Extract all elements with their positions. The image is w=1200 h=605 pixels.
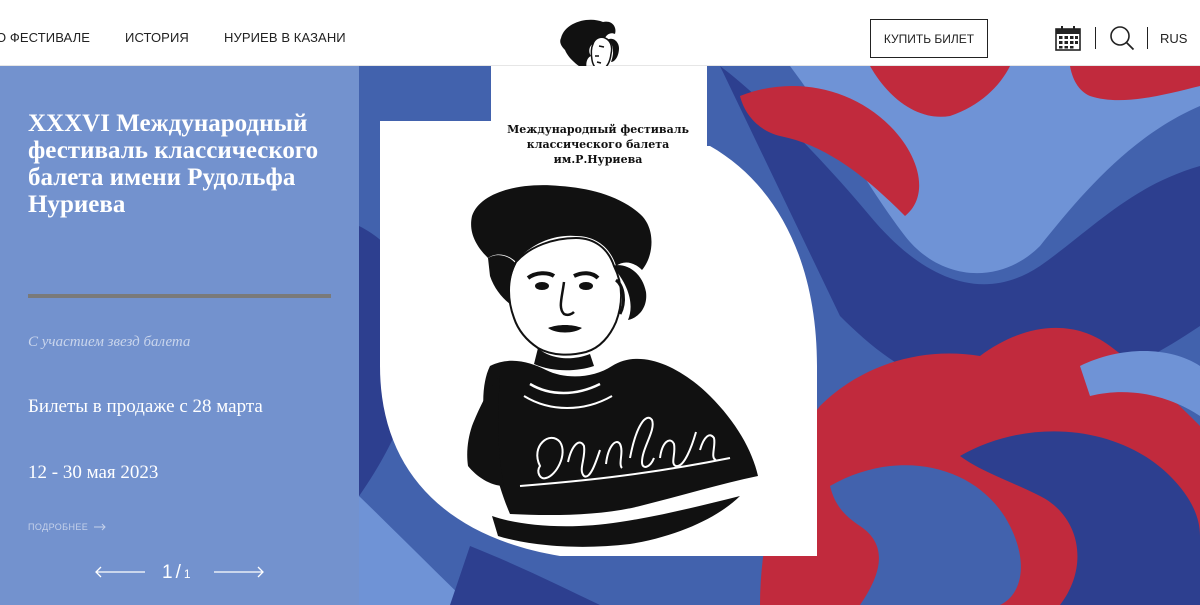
slide-separator: /: [175, 562, 181, 583]
tickets-on-sale-text: Билеты в продаже с 28 марта: [28, 396, 263, 417]
calendar-icon[interactable]: [1055, 25, 1081, 56]
nav-nureyev-in-kazan[interactable]: НУРИЕВ В КАЗАНИ: [224, 30, 346, 45]
festival-title: XXXVI Международный фестиваль классическ…: [28, 110, 319, 218]
emblem-caption: Международный фестиваль классического ба…: [507, 123, 689, 166]
arrow-right-icon: [94, 523, 106, 531]
site-header: О ФЕСТИВАЛЕ ИСТОРИЯ НУРИЕВ В КАЗАНИ КУПИ…: [0, 0, 1200, 104]
slide-counter: 1/1: [162, 562, 191, 584]
more-details-label: ПОДРОБНЕЕ: [28, 522, 89, 532]
slide-current: 1: [162, 562, 173, 583]
arrow-left-icon: [95, 566, 145, 578]
title-underline: [28, 294, 331, 298]
festival-dates: 12 - 30 мая 2023: [28, 462, 159, 483]
arrow-right-icon: [214, 566, 264, 578]
buy-ticket-button[interactable]: КУПИТЬ БИЛЕТ: [870, 19, 988, 58]
more-details-link[interactable]: ПОДРОБНЕЕ: [28, 522, 106, 532]
language-switch[interactable]: RUS: [1160, 31, 1187, 46]
slider-next-button[interactable]: [213, 564, 265, 585]
header-divider: [1095, 27, 1096, 49]
header-divider: [1147, 27, 1148, 49]
hero-subtitle: С участием звезд балета: [28, 334, 191, 350]
hero-banner: XXXVI Международный фестиваль классическ…: [0, 66, 1200, 605]
slider-prev-button[interactable]: [94, 564, 146, 585]
search-icon[interactable]: [1109, 25, 1135, 56]
nav-about-festival[interactable]: О ФЕСТИВАЛЕ: [0, 30, 90, 45]
slide-total: 1: [183, 567, 191, 581]
nav-history[interactable]: ИСТОРИЯ: [125, 30, 189, 45]
